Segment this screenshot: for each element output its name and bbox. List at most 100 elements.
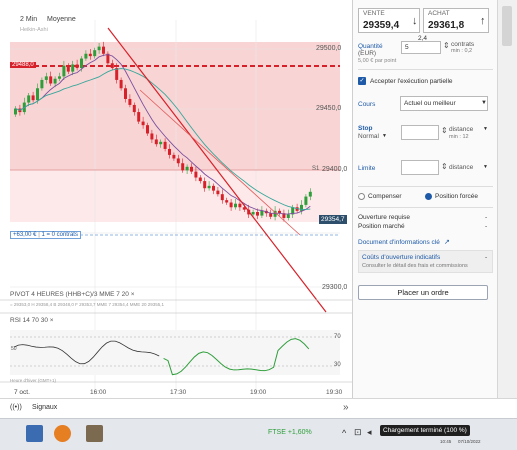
- position-forcee-radio[interactable]: [425, 193, 432, 200]
- candle-body: [256, 212, 259, 216]
- chevron-down-icon: ▼: [481, 100, 487, 106]
- candle-body: [75, 64, 79, 69]
- signals-icon[interactable]: ((•)): [10, 404, 22, 411]
- tray-date[interactable]: 07/10/2022: [458, 439, 481, 444]
- candle-body: [181, 163, 185, 171]
- candle-body: [97, 46, 101, 51]
- date-label: 7 oct.: [14, 389, 30, 396]
- limit-stepper-icon[interactable]: ⇕: [441, 162, 448, 171]
- stop-unit-chevron-icon[interactable]: ▼: [483, 126, 488, 132]
- rsi-level-70: 70: [334, 334, 341, 340]
- stop-distance-input[interactable]: [401, 125, 439, 140]
- position-pnl: +63,00 €: [13, 232, 37, 238]
- price-label-2: 29450,0: [316, 105, 342, 112]
- position-marche-value: -: [485, 223, 488, 230]
- accept-partial-checkbox[interactable]: ✓: [358, 77, 366, 85]
- candle-body: [198, 177, 202, 182]
- limit-distance-input[interactable]: [401, 160, 439, 175]
- stock-ticker[interactable]: FTSE +1,60%: [268, 429, 312, 436]
- candle-body: [27, 95, 31, 103]
- rsi-label[interactable]: RSI 14 70 30 ×: [10, 317, 54, 324]
- candle-body: [168, 148, 171, 155]
- stop-label: Stop: [358, 125, 373, 132]
- tray-time[interactable]: 10:45: [440, 439, 451, 444]
- stop-min: min : 12: [449, 134, 469, 140]
- buy-button[interactable]: ACHAT 29361,8 ↑: [423, 8, 489, 33]
- contracts-min: min : 0,2: [451, 48, 473, 54]
- app-brown-icon[interactable]: [86, 425, 103, 442]
- signals-tab[interactable]: Signaux: [32, 404, 57, 411]
- candle-body: [159, 141, 163, 145]
- candle-body: [40, 79, 44, 89]
- candle-body: [172, 154, 176, 159]
- candle-body: [216, 190, 220, 195]
- limit-unit-chevron-icon[interactable]: ▼: [483, 164, 488, 170]
- candle-body: [207, 185, 211, 189]
- candle-body: [286, 214, 290, 218]
- ohlc-line: = 29353,0 H 29358,4 B 29348,0 F 29353,7 …: [10, 302, 164, 307]
- kid-document-link[interactable]: Document d'informations clé: [358, 239, 440, 246]
- costs-value: -: [485, 254, 488, 261]
- stop-type-chevron-icon[interactable]: ▼: [382, 133, 387, 139]
- candle-body: [234, 203, 237, 208]
- stop-unit[interactable]: distance: [449, 126, 473, 133]
- quantity-stepper-icon[interactable]: ⇕: [443, 41, 450, 50]
- candle-body: [260, 210, 264, 216]
- sell-button[interactable]: VENTE 29359,4 ↓: [358, 8, 420, 33]
- chevron-up-icon[interactable]: ^: [342, 428, 346, 438]
- candle-body: [66, 65, 70, 72]
- price-type-select[interactable]: Actuel ou meilleur ▼: [400, 96, 488, 111]
- accept-partial-label: Accepter l'exécution partielle: [370, 78, 453, 85]
- candle-body: [53, 78, 57, 84]
- candle-body: [308, 191, 312, 197]
- candle-body: [146, 125, 149, 134]
- mode-label[interactable]: Moyenne: [47, 16, 76, 23]
- costs-box[interactable]: Coûts d'ouverture indicatifs - Consulter…: [358, 250, 493, 273]
- stop-type[interactable]: Normal: [358, 133, 379, 140]
- candle-body: [176, 158, 180, 164]
- limit-unit[interactable]: distance: [449, 164, 473, 171]
- time-label-2: 17:30: [170, 389, 187, 396]
- s1-tag: S1: [312, 166, 320, 172]
- quantity-input[interactable]: 5: [401, 41, 441, 54]
- zone-lower: [10, 170, 340, 222]
- collapse-icon[interactable]: »: [343, 402, 349, 413]
- volume-icon[interactable]: ◂: [367, 427, 372, 438]
- notification-tooltip: Chargement terminé (100 %): [380, 425, 470, 436]
- candle-body: [102, 46, 105, 54]
- candle-body: [80, 58, 83, 69]
- candle-body: [300, 204, 303, 211]
- place-order-button[interactable]: Placer un ordre: [358, 285, 488, 300]
- price-chart[interactable]: [0, 0, 352, 398]
- quantity-label: Quantité: [358, 43, 383, 50]
- candle-body: [31, 95, 35, 101]
- instrument-label: Heikin-Ashi: [20, 27, 48, 33]
- timeframe-label[interactable]: 2 Min: [20, 16, 37, 23]
- indicators-line[interactable]: PIVOT 4 HEURES (HHB+C)/3 MME 7 20 ×: [10, 291, 135, 298]
- quantity-unit: (EUR): [358, 50, 377, 57]
- time-label-3: 19:00: [250, 389, 267, 396]
- candle-body: [251, 212, 255, 215]
- app-orange-icon[interactable]: [54, 425, 71, 442]
- chart-area[interactable]: 2 Min Moyenne Heikin-Ashi 29500,0 29450,…: [0, 0, 352, 398]
- price-type-label: Cours: [358, 101, 376, 108]
- footer-timezone: Heure d'hiver (GMT+1): [10, 378, 56, 383]
- calculator-icon[interactable]: [26, 425, 43, 442]
- position-marche-label: Position marché: [358, 223, 405, 230]
- current-price-tag: 29354,7: [319, 215, 347, 224]
- external-link-icon[interactable]: ↗: [444, 238, 450, 246]
- right-scrollbar[interactable]: [497, 0, 517, 398]
- position-pnl-tag[interactable]: +63,00 € | 1 = 0 contrats: [10, 231, 81, 239]
- price-label-3: 29400,0: [322, 166, 348, 173]
- network-icon[interactable]: ⊡: [354, 427, 362, 438]
- candle-body: [304, 196, 308, 205]
- candle-body: [84, 53, 88, 59]
- level-tag[interactable]: 29488,0: [10, 62, 36, 68]
- costs-desc[interactable]: Consulter le détail des frais et commiss…: [362, 263, 468, 269]
- candle-body: [110, 63, 114, 69]
- stop-stepper-icon[interactable]: ⇕: [441, 126, 448, 135]
- compenser-radio[interactable]: [358, 193, 365, 200]
- candle-body: [124, 88, 127, 99]
- quantity-value: 5: [405, 44, 409, 51]
- per-point-label: 5,00 € par point: [358, 58, 397, 64]
